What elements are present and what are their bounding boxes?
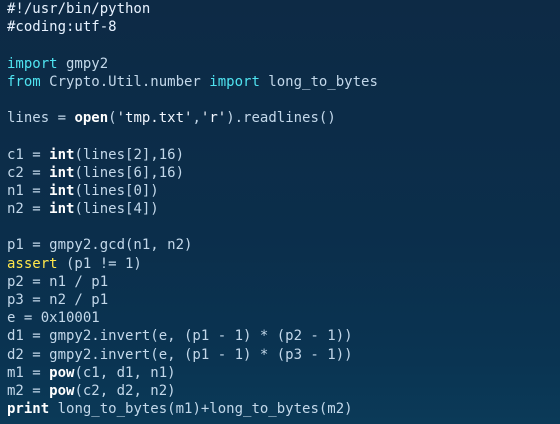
code-line[interactable]: #coding:utf-8 [7,18,560,36]
code-token-plain: ).readlines() [226,110,336,127]
code-token-plain: (c2, d2, n2) [74,382,176,399]
code-line[interactable]: m1 = pow(c1, d1, n1) [7,364,560,382]
code-token-builtin: int [49,146,75,163]
code-line[interactable]: e = 0x10001 [7,309,560,327]
code-token-str: 'tmp.txt' [116,110,193,127]
code-line[interactable]: p1 = gmpy2.gcd(n1, n2) [7,236,560,254]
code-line[interactable]: from Crypto.Util.number import long_to_b… [7,73,560,91]
code-token-plain: (lines[2],16) [74,146,185,163]
code-line[interactable] [7,91,560,109]
code-token-plain: c1 = [7,146,50,163]
code-token-builtin: int [49,164,75,181]
code-token-assert: assert [7,255,58,272]
code-token-kw: import [209,73,260,90]
code-line[interactable]: d2 = gmpy2.invert(e, (p1 - 1) * (p3 - 1)… [7,346,560,364]
code-token-plain: ( [108,110,117,127]
code-token-builtin: int [49,182,75,199]
code-line[interactable]: #!/usr/bin/python [7,0,560,18]
code-token-kw: import [7,55,58,72]
code-line[interactable]: assert (p1 != 1) [7,255,560,273]
code-token-plain: d2 = gmpy2.invert(e, (p1 - 1) * (p3 - 1)… [7,346,353,363]
code-token-plain: lines = [7,110,75,127]
code-line[interactable]: n2 = int(lines[4]) [7,200,560,218]
code-token-plain: m2 = [7,382,50,399]
code-token-str: 'r' [200,110,227,127]
code-token-plain: n1 = [7,182,50,199]
code-token-plain: , [192,110,201,127]
code-token-plain: long_to_bytes(m1)+long_to_bytes(m2) [49,401,353,418]
code-token-plain: p3 = n2 / p1 [7,292,109,308]
code-line[interactable] [7,36,560,54]
code-token-plain: d1 = gmpy2.invert(e, (p1 - 1) * (p2 - 1)… [7,328,353,345]
code-line[interactable]: lines = open('tmp.txt','r').readlines() [7,109,560,127]
code-token-comment: #coding:utf-8 [7,19,117,36]
code-token-print: print [7,401,50,418]
code-token-plain: gmpy2 [57,55,109,72]
code-token-builtin: open [74,110,109,127]
code-line[interactable]: print long_to_bytes(m1)+long_to_bytes(m2… [7,400,560,418]
code-token-plain: long_to_bytes [259,73,378,90]
code-line[interactable] [7,218,560,236]
code-line[interactable]: m2 = pow(c2, d2, n2) [7,382,560,400]
code-token-plain: m1 = [7,364,50,381]
code-line[interactable]: n1 = int(lines[0]) [7,182,560,200]
code-token-builtin: pow [49,364,75,381]
code-token-plain: (c1, d1, n1) [74,364,176,381]
code-line[interactable]: c1 = int(lines[2],16) [7,146,560,164]
code-token-plain: Crypto.Util.number [40,73,210,90]
code-token-plain: e = 0x10001 [7,310,100,327]
code-token-plain: (lines[0]) [74,182,159,199]
code-token-builtin: pow [49,382,75,399]
code-token-plain: n2 = [7,201,50,218]
code-token-plain: p1 = gmpy2.gcd(n1, n2) [7,237,193,254]
code-token-plain: (lines[6],16) [74,164,185,181]
code-token-plain: (lines[4]) [74,201,159,218]
code-line[interactable]: import gmpy2 [7,55,560,73]
code-line[interactable]: p2 = n1 / p1 [7,273,560,291]
code-token-plain: c2 = [7,164,50,181]
code-line[interactable]: c2 = int(lines[6],16) [7,164,560,182]
code-token-builtin: int [49,201,75,218]
code-token-comment: #!/usr/bin/python [7,1,151,17]
code-editor[interactable]: #!/usr/bin/python #coding:utf-8 import gmp… [0,0,560,424]
code-token-kw: from [7,73,41,90]
code-token-plain: (p1 != 1) [57,255,142,272]
code-line[interactable] [7,127,560,145]
code-line[interactable]: p3 = n2 / p1 [7,291,560,309]
code-line[interactable]: d1 = gmpy2.invert(e, (p1 - 1) * (p2 - 1)… [7,327,560,345]
code-token-plain: p2 = n1 / p1 [7,273,109,290]
